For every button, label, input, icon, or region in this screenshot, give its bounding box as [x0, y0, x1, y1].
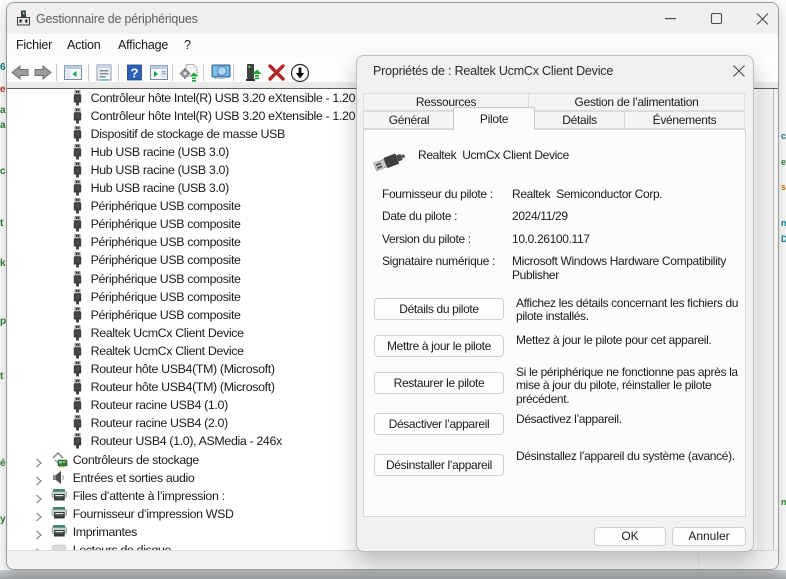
svg-text:?: ? — [131, 66, 139, 81]
